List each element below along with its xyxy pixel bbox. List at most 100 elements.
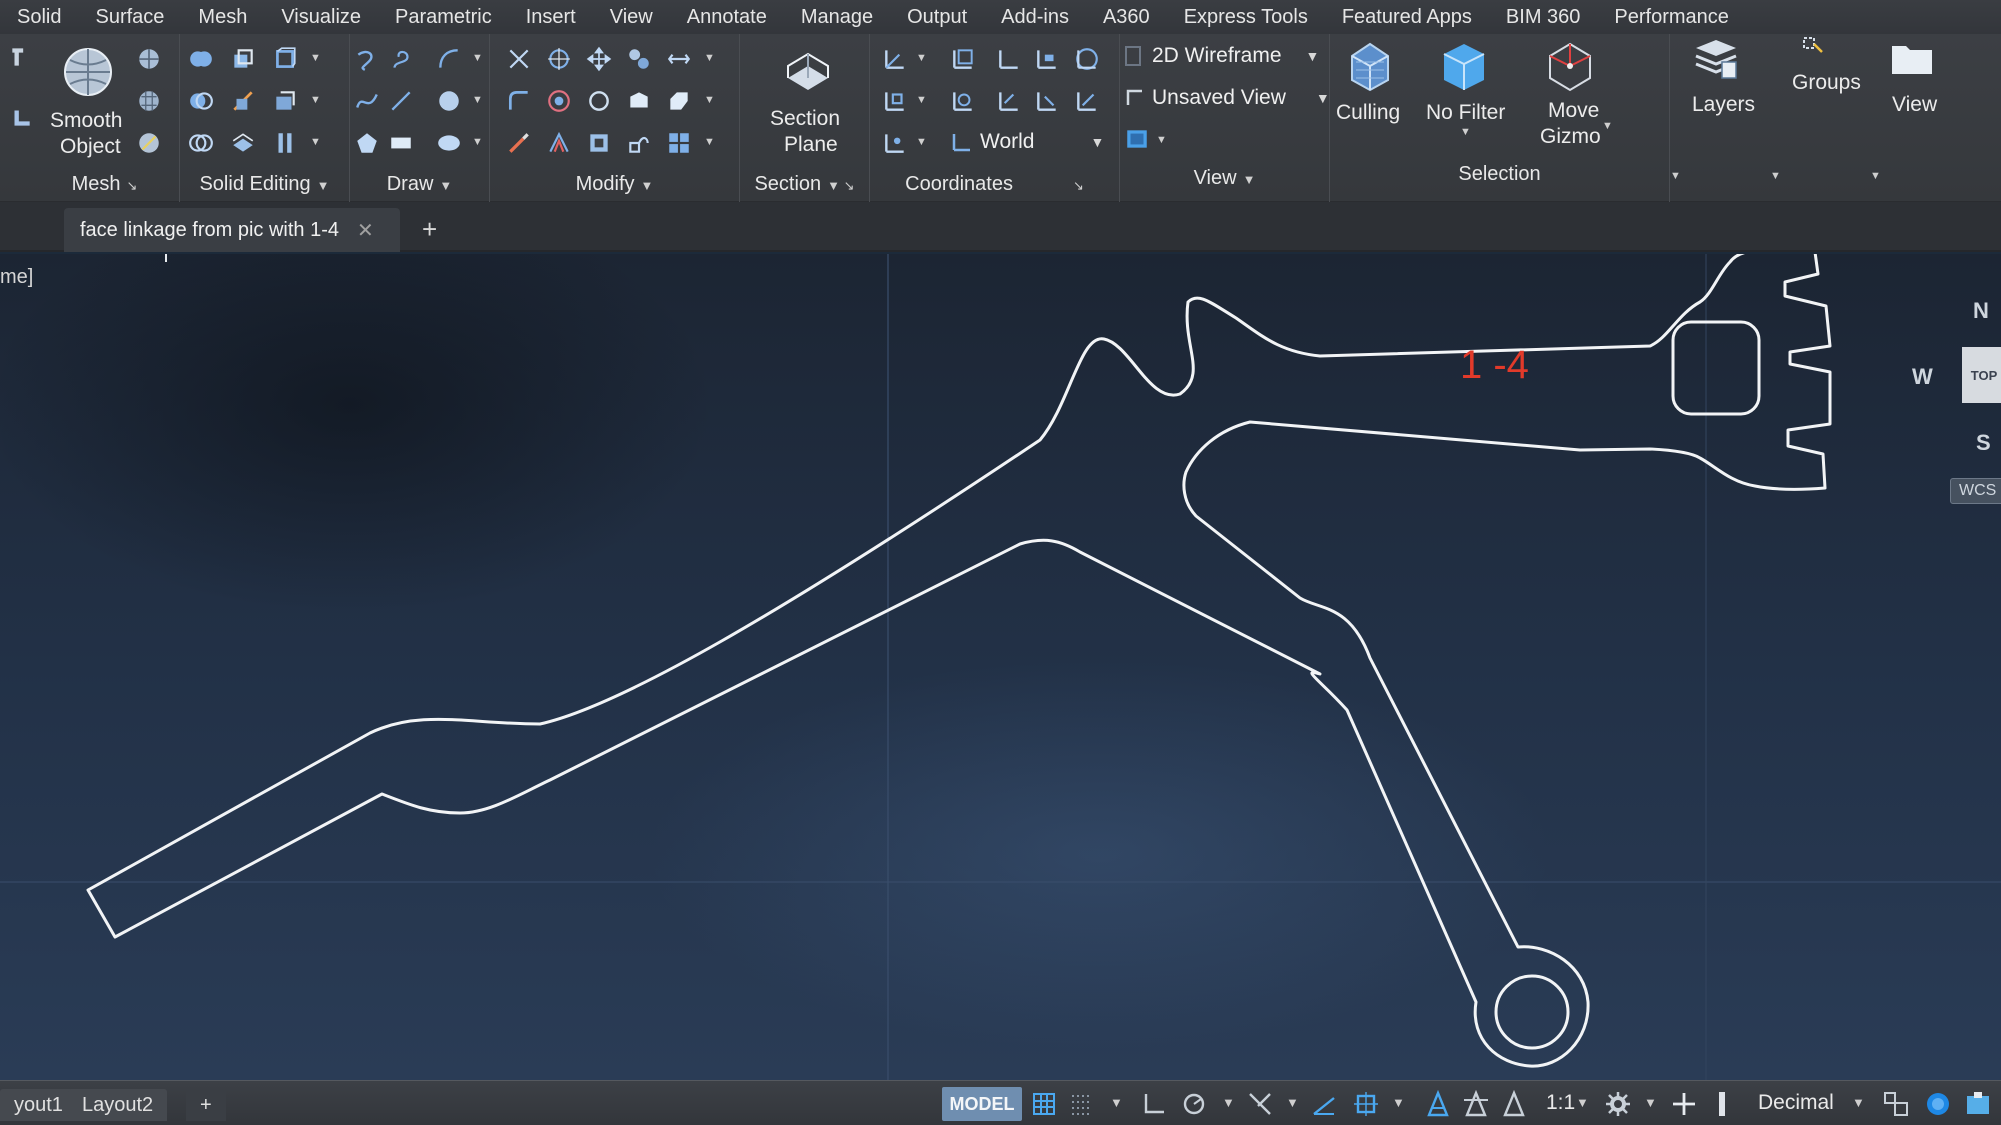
ucs-world-combo[interactable]: World ▼ xyxy=(950,126,1110,158)
wcs-menu[interactable]: WCS xyxy=(1950,478,2001,504)
menu-item-view[interactable]: View xyxy=(593,6,670,29)
new-tab-button[interactable]: + xyxy=(422,214,437,245)
document-tab[interactable]: face linkage from pic with 1-4 ✕ xyxy=(64,208,400,252)
culling-icon[interactable] xyxy=(1342,38,1398,94)
drawing-canvas[interactable]: 1 -4 xyxy=(0,254,2001,1080)
linkage-pivot-hole[interactable] xyxy=(1494,974,1570,1050)
menu-item-parametric[interactable]: Parametric xyxy=(378,6,509,29)
slice-icon[interactable] xyxy=(230,88,256,114)
imprint-icon[interactable] xyxy=(272,88,298,114)
viewport-config-icon[interactable] xyxy=(1124,126,1150,152)
menu-item-add-ins[interactable]: Add-ins xyxy=(984,6,1086,29)
move-icon[interactable] xyxy=(586,46,612,72)
menu-item-insert[interactable]: Insert xyxy=(509,6,593,29)
draw-panel-title[interactable]: Draw ▼ xyxy=(350,173,489,196)
section-plane-icon[interactable] xyxy=(782,48,832,94)
snap-mode-icon[interactable] xyxy=(1068,1090,1096,1118)
ortho-mode-icon[interactable] xyxy=(1140,1090,1168,1118)
scale-icon[interactable] xyxy=(586,130,612,156)
menu-item-surface[interactable]: Surface xyxy=(78,6,181,29)
close-tab-icon[interactable]: ✕ xyxy=(357,218,374,243)
menu-item-solid[interactable]: Solid xyxy=(0,6,78,29)
ucs-named-icon[interactable] xyxy=(882,88,908,114)
named-view-combo[interactable]: Unsaved View ▼ xyxy=(1126,82,1330,114)
polygon-icon[interactable] xyxy=(354,130,380,156)
smooth-object-icon[interactable] xyxy=(62,46,114,98)
object-snap-tracking-icon[interactable] xyxy=(1310,1090,1338,1118)
interference-icon[interactable] xyxy=(230,46,256,72)
linkage-outline[interactable] xyxy=(86,254,1832,1068)
annotation-visibility-icon[interactable] xyxy=(1424,1090,1452,1118)
extract-edges-icon[interactable] xyxy=(272,46,298,72)
ucs-world-icon[interactable] xyxy=(1074,46,1100,72)
intersect-icon[interactable] xyxy=(188,130,214,156)
menu-item-annotate[interactable]: Annotate xyxy=(670,6,784,29)
subtract-icon[interactable] xyxy=(188,88,214,114)
viewcube-top-face[interactable]: TOP xyxy=(1962,347,2001,403)
ucs-3point-icon[interactable] xyxy=(1074,88,1100,114)
ucs-origin-icon[interactable] xyxy=(882,130,908,156)
layers-icon[interactable] xyxy=(1692,34,1740,82)
menu-item-express-tools[interactable]: Express Tools xyxy=(1167,6,1325,29)
layout-tab-1[interactable]: yout1 xyxy=(0,1089,77,1121)
isolate-objects-icon[interactable] xyxy=(1924,1090,1952,1118)
circle-icon[interactable] xyxy=(436,88,462,114)
erase-icon[interactable] xyxy=(506,130,532,156)
modify-panel-title[interactable]: Modify ▼ xyxy=(490,173,739,196)
model-viewport[interactable]: me] 1 -4 N W S TOP WCS xyxy=(0,254,2001,1080)
clean-screen-icon[interactable] xyxy=(1964,1090,1992,1118)
linkage-outer-path[interactable] xyxy=(86,254,1832,1068)
offset-icon[interactable] xyxy=(546,130,572,156)
viewcube-north[interactable]: N xyxy=(1973,298,1989,324)
grid-display-icon[interactable] xyxy=(1030,1090,1058,1118)
trim-icon[interactable] xyxy=(506,46,532,72)
move-gizmo-icon[interactable] xyxy=(1542,38,1598,94)
quick-properties-icon[interactable] xyxy=(1882,1090,1910,1118)
array-rect-icon[interactable] xyxy=(666,130,692,156)
ucs-object-icon[interactable] xyxy=(950,88,976,114)
add-layout-button[interactable]: + xyxy=(186,1089,226,1121)
ucs-z-icon[interactable] xyxy=(1034,88,1060,114)
spline-icon[interactable] xyxy=(354,88,380,114)
line-icon[interactable] xyxy=(388,88,414,114)
menu-item-featured-apps[interactable]: Featured Apps xyxy=(1325,6,1489,29)
viewcube-west[interactable]: W xyxy=(1912,364,1933,390)
menu-item-manage[interactable]: Manage xyxy=(784,6,890,29)
ucs-face-icon[interactable] xyxy=(996,46,1022,72)
rectangle-icon[interactable] xyxy=(388,130,414,156)
mesh-refine-icon[interactable] xyxy=(136,88,162,114)
union-icon[interactable] xyxy=(188,46,214,72)
annotation-scale-icon[interactable] xyxy=(1500,1090,1528,1118)
view-panel-title[interactable]: View ▼ xyxy=(1120,167,1329,190)
units-value[interactable]: Decimal xyxy=(1758,1091,1834,1115)
annotation-text[interactable]: 1 -4 xyxy=(1460,343,1529,387)
layout-tab-2[interactable]: Layout2 xyxy=(68,1089,168,1121)
arc-icon[interactable] xyxy=(436,46,462,72)
menu-item-bim-360[interactable]: BIM 360 xyxy=(1489,6,1597,29)
annotation-scale-value[interactable]: 1:1 xyxy=(1546,1091,1575,1115)
ucs-icon[interactable] xyxy=(882,46,908,72)
menu-item-performance[interactable]: Performance xyxy=(1597,6,1746,29)
viewcube-south[interactable]: S xyxy=(1976,430,1991,456)
solid-editing-panel-title[interactable]: Solid Editing ▼ xyxy=(180,173,349,196)
align-icon[interactable] xyxy=(546,46,572,72)
separate-icon[interactable] xyxy=(272,130,298,156)
menu-item-mesh[interactable]: Mesh xyxy=(181,6,264,29)
selection-panel-title[interactable]: Selection xyxy=(1330,163,1669,186)
ucs-y-icon[interactable] xyxy=(1034,46,1060,72)
model-space-button[interactable]: MODEL xyxy=(942,1087,1022,1121)
mirror-icon[interactable] xyxy=(626,88,652,114)
auto-scale-icon[interactable] xyxy=(1462,1090,1490,1118)
ucs-view-icon[interactable] xyxy=(950,46,976,72)
no-filter-icon[interactable] xyxy=(1438,40,1490,92)
menu-item-a360[interactable]: A360 xyxy=(1086,6,1167,29)
mesh-sphere-icon[interactable] xyxy=(136,46,162,72)
array-icon[interactable] xyxy=(546,88,572,114)
workspace-gear-icon[interactable] xyxy=(1604,1090,1632,1118)
view-icon[interactable] xyxy=(1890,42,1934,76)
menu-item-output[interactable]: Output xyxy=(890,6,984,29)
rotate-icon[interactable] xyxy=(586,88,612,114)
region-icon[interactable] xyxy=(436,130,462,156)
polar-tracking-icon[interactable] xyxy=(1180,1090,1208,1118)
isodraft-icon[interactable] xyxy=(1246,1090,1274,1118)
